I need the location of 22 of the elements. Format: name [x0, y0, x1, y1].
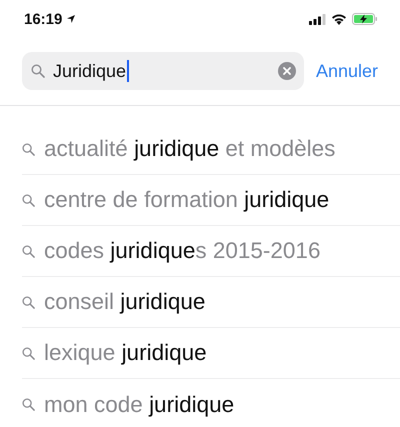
search-text: Juridique [53, 60, 126, 82]
signal-icon [309, 14, 326, 24]
wifi-icon [331, 13, 347, 25]
clear-icon[interactable] [278, 62, 296, 80]
search-icon [22, 398, 35, 411]
search-icon [22, 296, 35, 308]
suggestion-item[interactable]: mon code juridique [44, 392, 234, 418]
search-icon [22, 244, 35, 258]
suggestion-item[interactable]: actualité juridique et modèles [44, 136, 336, 162]
status-time: 16:19 [24, 10, 62, 28]
search-field[interactable]: Juridique [22, 52, 304, 90]
cancel-button[interactable]: Annuler [316, 60, 378, 82]
search-icon [22, 194, 35, 206]
suggestion-item[interactable]: codes juridiques 2015-2016 [44, 238, 320, 264]
suggestion-item[interactable]: lexique juridique [44, 340, 207, 366]
suggestion-item[interactable]: centre de formation juridique [44, 187, 330, 213]
suggestion-item[interactable]: conseil juridique [44, 289, 206, 315]
search-icon [22, 346, 35, 360]
search-icon [22, 142, 35, 156]
location-arrow-icon [66, 14, 76, 24]
search-icon [31, 64, 45, 78]
battery-charging-icon [352, 13, 378, 25]
